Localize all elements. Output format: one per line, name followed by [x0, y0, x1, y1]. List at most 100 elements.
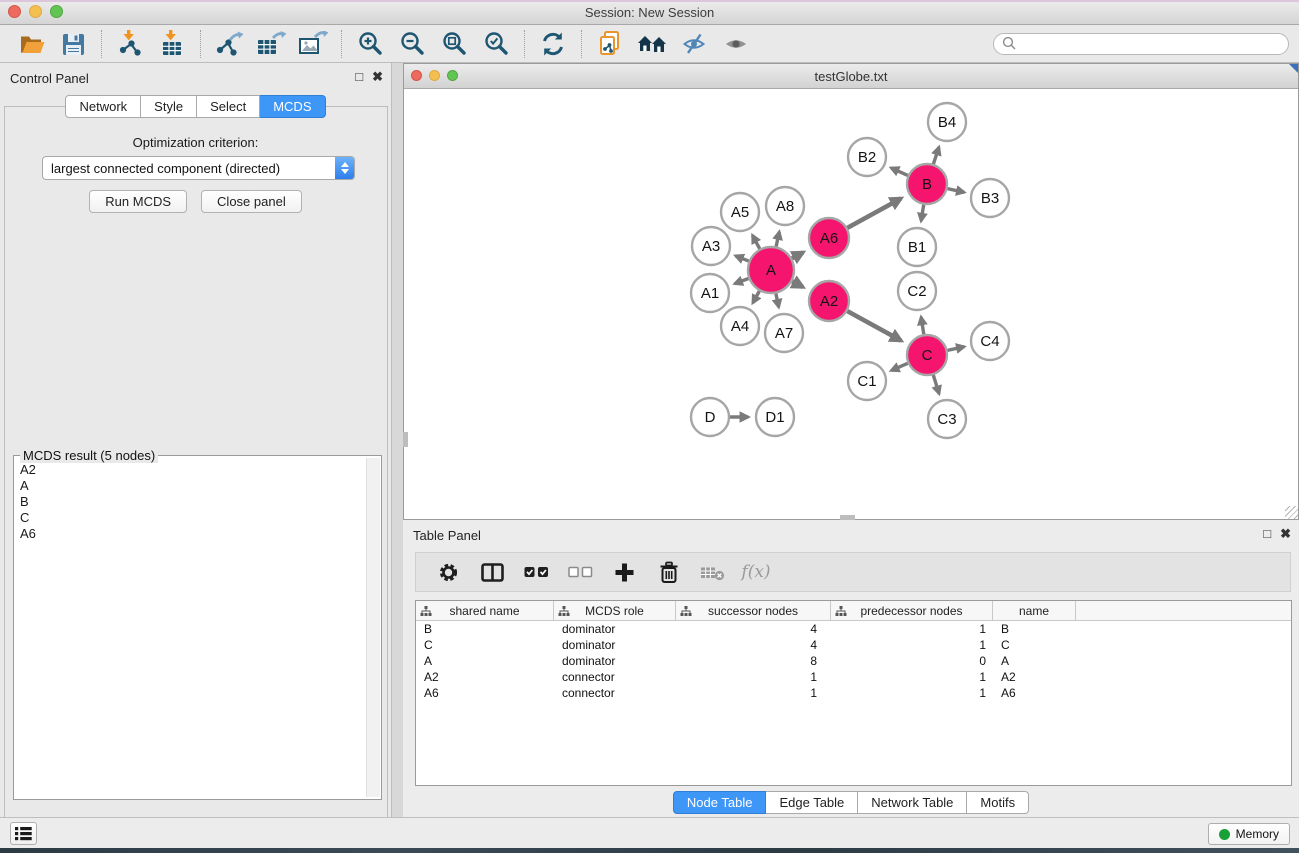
- deselect-all-icon[interactable]: [565, 557, 595, 587]
- tab-style[interactable]: Style: [141, 95, 197, 118]
- graph-node[interactable]: A7: [765, 314, 803, 352]
- zoom-in-icon[interactable]: [353, 28, 387, 60]
- open-session-icon[interactable]: [14, 28, 48, 60]
- float-panel-icon[interactable]: □: [355, 70, 363, 84]
- graph-edge[interactable]: [792, 281, 803, 287]
- memory-button[interactable]: Memory: [1208, 823, 1290, 845]
- export-network-icon[interactable]: [212, 28, 246, 60]
- tab-select[interactable]: Select: [197, 95, 260, 118]
- graph-node[interactable]: C3: [928, 400, 966, 438]
- graph-edge[interactable]: [847, 198, 901, 228]
- resize-grip[interactable]: [1285, 506, 1298, 519]
- tab-edge-table[interactable]: Edge Table: [766, 791, 858, 814]
- table-cell[interactable]: dominator: [554, 637, 676, 653]
- table-row[interactable]: Bdominator41B: [416, 621, 1291, 637]
- import-network-icon[interactable]: [113, 28, 147, 60]
- result-list-item[interactable]: A2: [20, 462, 365, 478]
- table-cell[interactable]: 4: [676, 637, 831, 653]
- table-cell[interactable]: A6: [993, 685, 1076, 701]
- graph-node[interactable]: A4: [721, 307, 759, 345]
- graph-edge[interactable]: [933, 147, 939, 164]
- graph-edge[interactable]: [736, 256, 749, 261]
- delete-column-trash-icon[interactable]: [653, 557, 683, 587]
- table-cell[interactable]: C: [416, 637, 554, 653]
- table-cell[interactable]: 1: [676, 685, 831, 701]
- table-cell[interactable]: A2: [993, 669, 1076, 685]
- column-header-shared-name[interactable]: shared name: [416, 601, 554, 621]
- graph-edge[interactable]: [847, 311, 901, 341]
- table-cell[interactable]: 8: [676, 653, 831, 669]
- table-row[interactable]: A6connector11A6: [416, 685, 1291, 701]
- graph-node[interactable]: B2: [848, 138, 886, 176]
- table-cell[interactable]: 1: [831, 637, 993, 653]
- table-row[interactable]: Cdominator41C: [416, 637, 1291, 653]
- table-cell[interactable]: 1: [676, 669, 831, 685]
- close-panel-button[interactable]: Close panel: [201, 190, 302, 213]
- float-table-panel-icon[interactable]: □: [1263, 527, 1271, 541]
- network-canvas[interactable]: B4B2BB3A8A5A6A3B1AC2A1A2A4A7C4CC1C3DD1: [404, 89, 1298, 519]
- table-cell[interactable]: 1: [831, 621, 993, 637]
- function-builder-icon[interactable]: f(x): [741, 557, 771, 587]
- table-row[interactable]: A2connector11A2: [416, 669, 1291, 685]
- graph-node[interactable]: A6: [809, 218, 849, 258]
- table-cell[interactable]: B: [416, 621, 554, 637]
- show-hide-eye-icon[interactable]: [719, 28, 753, 60]
- table-cell[interactable]: A2: [416, 669, 554, 685]
- graph-edge[interactable]: [792, 252, 803, 258]
- graph-edge[interactable]: [948, 189, 965, 193]
- graph-node[interactable]: C: [907, 335, 947, 375]
- graph-node[interactable]: B1: [898, 228, 936, 266]
- graph-node[interactable]: A3: [692, 227, 730, 265]
- search-box[interactable]: [993, 33, 1289, 55]
- dropdown-stepper-icon[interactable]: [335, 157, 354, 179]
- graph-edge[interactable]: [921, 317, 924, 334]
- graph-node[interactable]: A: [748, 247, 794, 293]
- graph-edge[interactable]: [948, 347, 965, 351]
- graph-edge[interactable]: [921, 205, 924, 221]
- graph-node[interactable]: C1: [848, 362, 886, 400]
- show-columns-icon[interactable]: [477, 557, 507, 587]
- graph-edge[interactable]: [891, 168, 908, 176]
- run-mcds-button[interactable]: Run MCDS: [89, 190, 187, 213]
- table-cell[interactable]: B: [993, 621, 1076, 637]
- hide-graphics-details-icon[interactable]: [677, 28, 711, 60]
- select-all-icon[interactable]: [521, 557, 551, 587]
- table-cell[interactable]: 0: [831, 653, 993, 669]
- tab-network[interactable]: Network: [65, 95, 141, 118]
- graph-edge[interactable]: [753, 291, 760, 303]
- graph-node[interactable]: C2: [898, 272, 936, 310]
- table-cell[interactable]: 4: [676, 621, 831, 637]
- column-header-successor-nodes[interactable]: successor nodes: [676, 601, 831, 621]
- table-cell[interactable]: connector: [554, 685, 676, 701]
- graph-node[interactable]: B4: [928, 103, 966, 141]
- result-scrollbar[interactable]: [366, 458, 380, 797]
- table-cell[interactable]: C: [993, 637, 1076, 653]
- delete-table-icon[interactable]: [697, 557, 727, 587]
- result-list-item[interactable]: C: [20, 510, 365, 526]
- result-list-item[interactable]: A6: [20, 526, 365, 542]
- table-cell[interactable]: A: [993, 653, 1076, 669]
- optimization-criterion-dropdown[interactable]: largest connected component (directed): [42, 156, 355, 180]
- table-cell[interactable]: A6: [416, 685, 554, 701]
- graph-node[interactable]: C4: [971, 322, 1009, 360]
- new-network-from-selection-icon[interactable]: [593, 28, 627, 60]
- zoom-fit-icon[interactable]: [437, 28, 471, 60]
- close-table-panel-icon[interactable]: ✖: [1280, 527, 1291, 541]
- export-table-icon[interactable]: [254, 28, 288, 60]
- result-list-item[interactable]: A: [20, 478, 365, 494]
- search-input[interactable]: [1017, 37, 1280, 51]
- table-cell[interactable]: dominator: [554, 653, 676, 669]
- table-cell[interactable]: 1: [831, 685, 993, 701]
- graph-node[interactable]: B: [907, 164, 947, 204]
- tab-network-table[interactable]: Network Table: [858, 791, 967, 814]
- import-table-icon[interactable]: [155, 28, 189, 60]
- mcds-result-list[interactable]: A2ABCA6: [16, 460, 365, 797]
- graph-node[interactable]: D1: [756, 398, 794, 436]
- graph-edge[interactable]: [735, 279, 749, 284]
- graph-node[interactable]: B3: [971, 179, 1009, 217]
- graph-node[interactable]: A1: [691, 274, 729, 312]
- home-layout-icon[interactable]: [635, 28, 669, 60]
- table-cell[interactable]: connector: [554, 669, 676, 685]
- save-session-icon[interactable]: [56, 28, 90, 60]
- column-header-predecessor-nodes[interactable]: predecessor nodes: [831, 601, 993, 621]
